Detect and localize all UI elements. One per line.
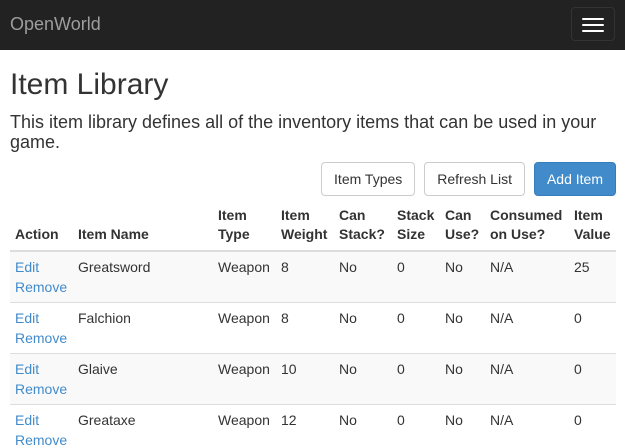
toolbar: Item Types Refresh List Add Item xyxy=(10,162,616,196)
page-title: Item Library xyxy=(10,68,169,101)
item-value-cell: 25 xyxy=(569,250,616,303)
table-row: Edit Remove Glaive Weapon 10 No 0 No N/A… xyxy=(10,353,616,405)
can-stack-cell: No xyxy=(334,302,392,354)
item-table: Action Item Name Item Type Item Weight C… xyxy=(10,200,616,448)
consumed-on-use-cell: N/A xyxy=(485,250,569,303)
header-consumed-on-use[interactable]: Consumed on Use? xyxy=(485,200,569,252)
action-cell: Edit Remove xyxy=(10,353,73,405)
action-cell: Edit Remove xyxy=(10,404,73,448)
item-value-cell: 0 xyxy=(569,353,616,405)
table-row: Edit Remove Greatsword Weapon 8 No 0 No … xyxy=(10,250,616,303)
item-name-cell: Falchion xyxy=(73,302,213,354)
stack-size-cell: 0 xyxy=(392,404,440,448)
main-content: Item Library This item library defines a… xyxy=(0,50,625,448)
remove-link[interactable]: Remove xyxy=(15,379,68,399)
item-weight-cell: 12 xyxy=(276,404,334,448)
table-header-row: Action Item Name Item Type Item Weight C… xyxy=(10,200,616,252)
header-item-weight[interactable]: Item Weight xyxy=(276,200,334,252)
item-type-cell: Weapon xyxy=(213,353,276,405)
stack-size-cell: 0 xyxy=(392,302,440,354)
item-weight-cell: 10 xyxy=(276,353,334,405)
item-name-cell: Glaive xyxy=(73,353,213,405)
can-use-cell: No xyxy=(440,404,485,448)
header-action[interactable]: Action xyxy=(10,200,73,252)
navbar-toggle-button[interactable] xyxy=(571,7,615,41)
remove-link[interactable]: Remove xyxy=(15,328,68,348)
table-row: Edit Remove Greataxe Weapon 12 No 0 No N… xyxy=(10,404,616,448)
item-type-cell: Weapon xyxy=(213,302,276,354)
item-types-button[interactable]: Item Types xyxy=(321,162,416,196)
header-item-value[interactable]: Item Value xyxy=(569,200,616,252)
can-stack-cell: No xyxy=(334,353,392,405)
can-use-cell: No xyxy=(440,353,485,405)
edit-link[interactable]: Edit xyxy=(15,308,68,328)
edit-link[interactable]: Edit xyxy=(15,359,68,379)
item-value-cell: 0 xyxy=(569,404,616,448)
item-weight-cell: 8 xyxy=(276,302,334,354)
edit-link[interactable]: Edit xyxy=(15,257,68,277)
item-weight-cell: 8 xyxy=(276,250,334,303)
consumed-on-use-cell: N/A xyxy=(485,353,569,405)
stack-size-cell: 0 xyxy=(392,250,440,303)
remove-link[interactable]: Remove xyxy=(15,277,68,297)
header-item-type[interactable]: Item Type xyxy=(213,200,276,252)
edit-link[interactable]: Edit xyxy=(15,410,68,430)
header-can-use[interactable]: Can Use? xyxy=(440,200,485,252)
stack-size-cell: 0 xyxy=(392,353,440,405)
navbar: OpenWorld xyxy=(0,0,625,50)
refresh-list-button[interactable]: Refresh List xyxy=(424,162,525,196)
brand-link[interactable]: OpenWorld xyxy=(10,14,101,35)
item-name-cell: Greataxe xyxy=(73,404,213,448)
consumed-on-use-cell: N/A xyxy=(485,302,569,354)
header-item-name[interactable]: Item Name xyxy=(73,200,213,252)
header-stack-size[interactable]: Stack Size xyxy=(392,200,440,252)
add-item-button[interactable]: Add Item xyxy=(533,162,616,196)
can-stack-cell: No xyxy=(334,250,392,303)
header-can-stack[interactable]: Can Stack? xyxy=(334,200,392,252)
action-cell: Edit Remove xyxy=(10,250,73,303)
table-row: Edit Remove Falchion Weapon 8 No 0 No N/… xyxy=(10,302,616,354)
item-type-cell: Weapon xyxy=(213,250,276,303)
item-name-cell: Greatsword xyxy=(73,250,213,303)
page-description: This item library defines all of the inv… xyxy=(10,112,597,152)
item-value-cell: 0 xyxy=(569,302,616,354)
action-cell: Edit Remove xyxy=(10,302,73,354)
remove-link[interactable]: Remove xyxy=(15,430,68,448)
can-use-cell: No xyxy=(440,250,485,303)
item-type-cell: Weapon xyxy=(213,404,276,448)
can-use-cell: No xyxy=(440,302,485,354)
can-stack-cell: No xyxy=(334,404,392,448)
consumed-on-use-cell: N/A xyxy=(485,404,569,448)
